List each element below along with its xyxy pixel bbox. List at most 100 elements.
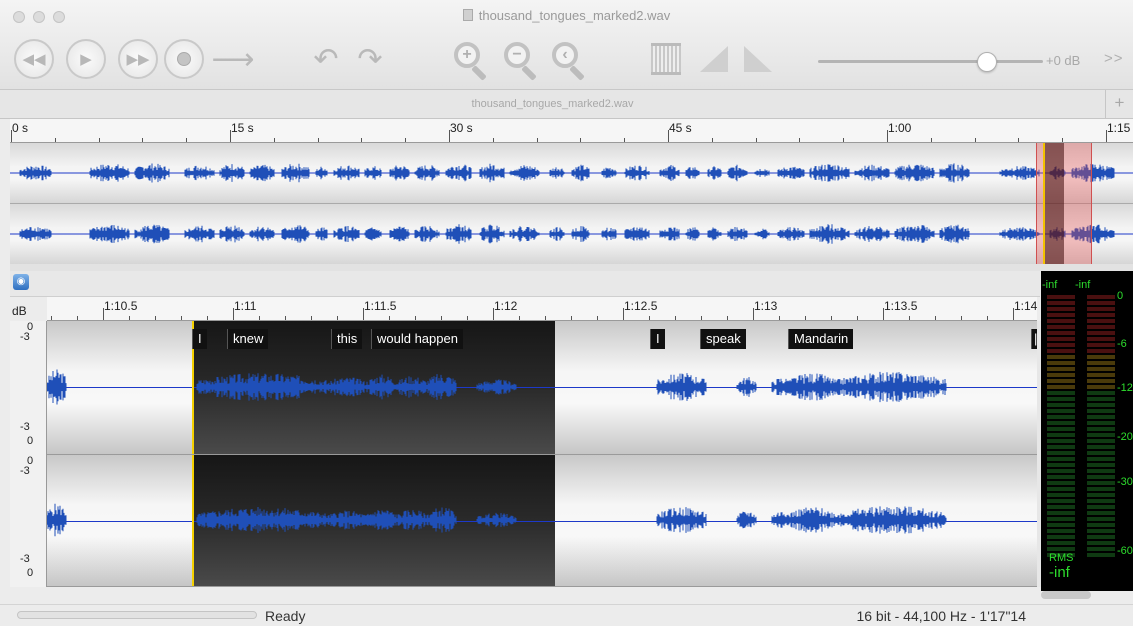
more-toolbar-button[interactable]: >> bbox=[1104, 50, 1124, 67]
play-icon: ▶ bbox=[80, 51, 92, 68]
ruler-label: 1:10.5 bbox=[104, 299, 138, 313]
play-button[interactable]: ▶ bbox=[66, 39, 106, 79]
ruler-tick bbox=[537, 138, 538, 142]
overview-time-ruler[interactable]: 0 s 15 s 30 s 45 s 1:00 1:15 bbox=[10, 119, 1133, 143]
meter-segment bbox=[1047, 409, 1075, 413]
meter-segment bbox=[1047, 517, 1075, 521]
fade-out-icon bbox=[744, 46, 772, 72]
ruler-tick bbox=[935, 316, 936, 320]
scale-label: 0 bbox=[27, 567, 34, 579]
meter-scale-label: -20 bbox=[1117, 431, 1133, 443]
playhead-cursor[interactable] bbox=[192, 455, 194, 586]
ruler-label: 1:13 bbox=[754, 299, 778, 313]
channel-right-waveform[interactable] bbox=[47, 455, 1037, 587]
meter-segment bbox=[1087, 301, 1115, 305]
meter-segment bbox=[1047, 295, 1075, 299]
marker-label[interactable]: I bbox=[192, 329, 207, 349]
meter-segment bbox=[1047, 523, 1075, 527]
meter-segment bbox=[1087, 505, 1115, 509]
horizontal-scrollbar[interactable] bbox=[1041, 591, 1091, 599]
rewind-button[interactable]: ◀◀ bbox=[14, 39, 54, 79]
ruler-tick bbox=[909, 316, 910, 320]
zoom-in-button[interactable]: + bbox=[452, 40, 492, 81]
scale-label: -3 bbox=[20, 465, 30, 477]
ruler-tick bbox=[1018, 138, 1019, 142]
status-text: Ready bbox=[265, 608, 306, 624]
ruler-tick bbox=[361, 138, 362, 142]
left-level-bar bbox=[1047, 295, 1075, 559]
ruler-tick bbox=[405, 138, 406, 142]
overview-waveform-right-svg bbox=[10, 224, 1133, 244]
meter-segment bbox=[1087, 325, 1115, 329]
meter-segment bbox=[1087, 553, 1115, 557]
normalize-button[interactable] bbox=[648, 38, 684, 80]
record-button[interactable] bbox=[164, 39, 204, 79]
overview-waveform-left[interactable] bbox=[10, 143, 1133, 204]
marker-label[interactable]: knew bbox=[227, 329, 269, 349]
meter-segment bbox=[1047, 361, 1075, 365]
undo-button[interactable]: ↶ bbox=[306, 38, 346, 80]
meter-segment bbox=[1047, 529, 1075, 533]
ruler-tick bbox=[756, 138, 757, 142]
scale-label: -3 bbox=[20, 553, 30, 565]
gain-slider[interactable] bbox=[818, 60, 1043, 63]
ruler-label: 0 s bbox=[12, 121, 29, 135]
meter-segment bbox=[1047, 499, 1075, 503]
globe-icon[interactable]: ◉ bbox=[13, 274, 29, 290]
channel-scale-right: 0 -3 -3 0 bbox=[10, 455, 47, 587]
meter-segment bbox=[1087, 319, 1115, 323]
fade-in-button[interactable] bbox=[696, 38, 732, 80]
redo-button[interactable]: ↷ bbox=[350, 38, 390, 80]
marker-label[interactable]: I bbox=[650, 329, 665, 349]
meter-segment bbox=[1047, 331, 1075, 335]
zoom-out-button[interactable]: − bbox=[502, 40, 542, 81]
rms-label: RMS bbox=[1049, 552, 1074, 564]
marker-label[interactable]: speak bbox=[700, 329, 746, 349]
meter-segment bbox=[1087, 535, 1115, 539]
pane-splitter[interactable] bbox=[10, 264, 1133, 271]
meter-segment bbox=[1087, 481, 1115, 485]
meter-scale-label: -30 bbox=[1117, 476, 1133, 488]
loop-button[interactable]: ⟶ bbox=[212, 38, 255, 80]
meter-segment bbox=[1087, 475, 1115, 479]
waveform-right-svg bbox=[47, 503, 947, 537]
zoom-fit-button[interactable]: ‹ bbox=[550, 40, 590, 81]
normalize-icon bbox=[651, 43, 681, 75]
overview-selection[interactable] bbox=[1036, 143, 1092, 264]
ruler-tick bbox=[155, 316, 156, 320]
overview-playhead bbox=[1043, 143, 1045, 264]
meter-segment bbox=[1047, 541, 1075, 545]
ruler-tick bbox=[259, 316, 260, 320]
ruler-label: 15 s bbox=[231, 121, 254, 135]
fade-out-button[interactable] bbox=[740, 38, 776, 80]
channel-scale-left: 0 -3 -3 0 bbox=[10, 321, 47, 455]
detail-time-ruler[interactable]: 1:10.5 1:11 1:11.5 1:12 1:12.5 1:13 1:13.5 1:14 bbox=[47, 297, 1037, 321]
rewind-icon: ◀◀ bbox=[22, 51, 46, 68]
gain-slider-knob[interactable] bbox=[976, 52, 997, 72]
meter-segment bbox=[1087, 349, 1115, 353]
channel-left-waveform[interactable]: I knew this would happen I speak Mandari… bbox=[47, 321, 1037, 455]
meter-segment bbox=[1047, 367, 1075, 371]
meter-segment bbox=[1087, 529, 1115, 533]
add-tab-button[interactable]: + bbox=[1105, 90, 1133, 118]
meter-segment bbox=[1047, 307, 1075, 311]
meter-segment bbox=[1087, 469, 1115, 473]
marker-label[interactable]: Mandarin bbox=[788, 329, 854, 349]
ruler-tick bbox=[580, 138, 581, 142]
meter-segment bbox=[1087, 499, 1115, 503]
ruler-tick bbox=[285, 316, 286, 320]
meter-segment bbox=[1087, 547, 1115, 551]
ruler-label: 30 s bbox=[450, 121, 473, 135]
overview-waveform-right[interactable] bbox=[10, 204, 1133, 265]
meter-segment bbox=[1047, 343, 1075, 347]
rms-value: -inf bbox=[1049, 564, 1070, 581]
document-tab[interactable]: thousand_tongues_marked2.wav bbox=[0, 98, 1105, 110]
progress-bar bbox=[17, 611, 257, 619]
ruler-tick bbox=[857, 316, 858, 320]
overview-visible-region bbox=[1043, 143, 1064, 264]
redo-icon: ↷ bbox=[357, 42, 383, 76]
ruler-tick bbox=[649, 316, 650, 320]
marker-label[interactable]: would happen bbox=[371, 329, 463, 349]
fast-forward-button[interactable]: ▶▶ bbox=[118, 39, 158, 79]
marker-label[interactable]: this bbox=[331, 329, 363, 349]
